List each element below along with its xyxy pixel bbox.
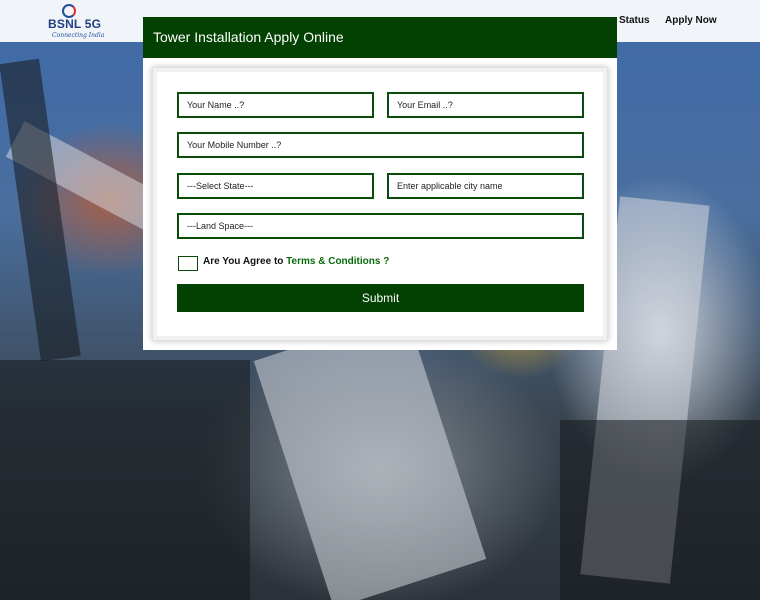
application-form: Your Name ..? Your Email ..? Your Mobile… xyxy=(152,67,608,341)
bsnl-logo[interactable]: BSNL 5G Connecting India xyxy=(48,4,128,40)
brand-name: BSNL 5G xyxy=(48,17,102,31)
land-space-select[interactable]: ---Land Space--- xyxy=(177,213,584,239)
terms-link[interactable]: Terms & Conditions ? xyxy=(286,256,389,267)
email-input[interactable]: Your Email ..? xyxy=(387,92,584,118)
apply-modal: Tower Installation Apply Online Your Nam… xyxy=(143,17,617,350)
agree-checkbox[interactable] xyxy=(178,256,198,271)
name-input[interactable]: Your Name ..? xyxy=(177,92,374,118)
city-input[interactable]: Enter applicable city name xyxy=(387,173,584,199)
mobile-input[interactable]: Your Mobile Number ..? xyxy=(177,132,584,158)
bsnl-swirl-icon xyxy=(62,4,76,18)
state-select[interactable]: ---Select State--- xyxy=(177,173,374,199)
modal-header: Tower Installation Apply Online xyxy=(143,17,617,58)
nav-link-apply-now[interactable]: Apply Now xyxy=(665,15,717,26)
agree-prefix: Are You Agree to xyxy=(203,256,284,267)
nav-link-status[interactable]: Status xyxy=(619,15,650,26)
agree-label: Are You Agree to Terms & Conditions ? xyxy=(203,256,389,267)
modal-title: Tower Installation Apply Online xyxy=(153,29,344,45)
submit-button[interactable]: Submit xyxy=(177,284,584,312)
brand-tagline: Connecting India xyxy=(52,32,105,39)
